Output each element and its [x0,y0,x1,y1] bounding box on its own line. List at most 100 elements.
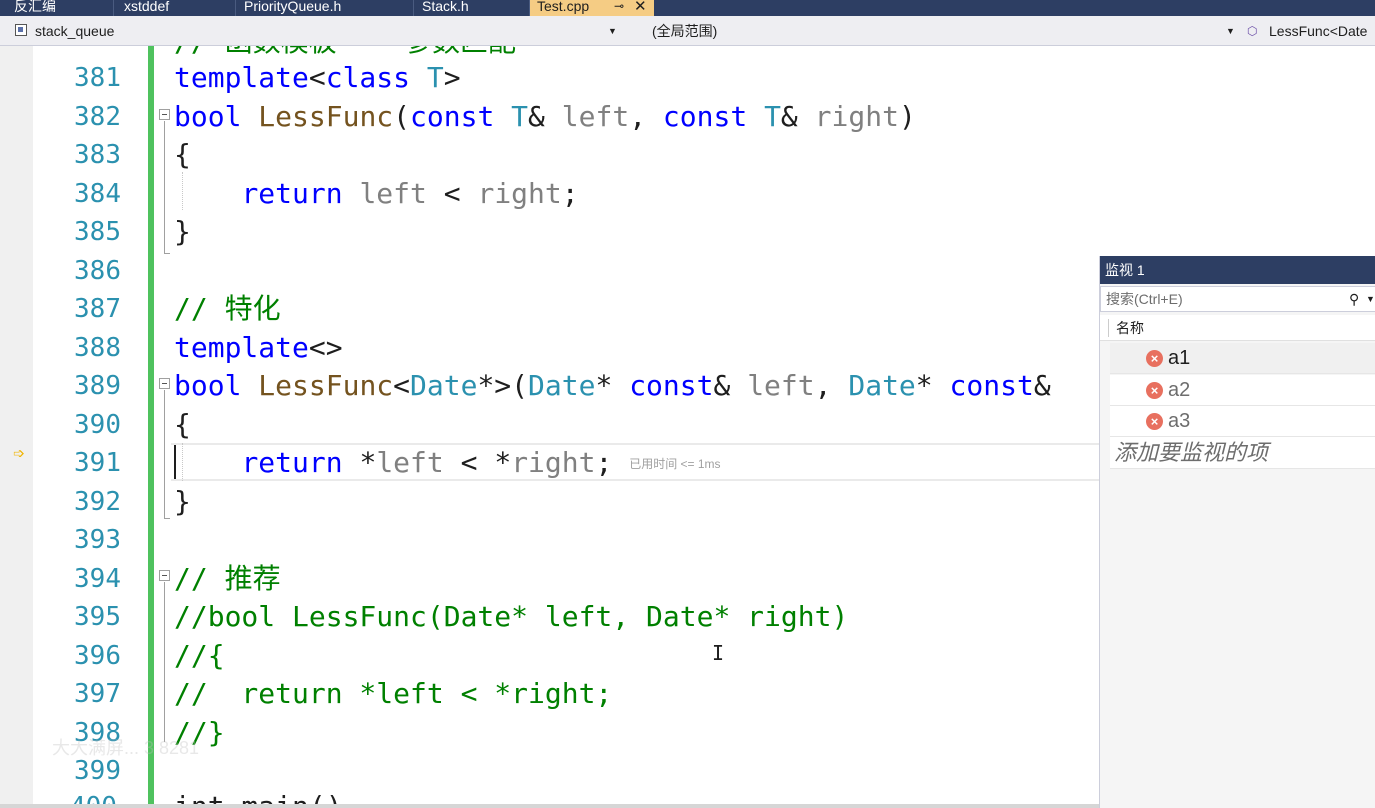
project-dropdown[interactable]: stack_queue ▼ [10,20,622,42]
watch-row-a3[interactable]: × a3 [1110,406,1375,437]
code-token: //{ [174,639,225,672]
watch-window-title[interactable]: 监视 1 [1100,256,1375,284]
collapse-icon[interactable] [159,570,170,581]
code-token: * [915,369,950,402]
code-token: const [662,100,748,133]
code-token: class [325,61,411,94]
code-token: LessFunc [258,100,394,133]
tab-test-cpp[interactable]: Test.cpp ⊸ ✕ [530,0,654,16]
fold-guide [164,121,165,253]
code-token: bool [174,100,242,133]
code-token: < * [443,446,512,479]
chevron-down-icon[interactable]: ▼ [1366,287,1375,311]
line-number: 382 [74,102,121,132]
code-token: const [949,369,1034,402]
code-token: T [764,100,781,133]
column-divider [1108,319,1109,337]
code-token: const [629,369,714,402]
code-token: // 推荐 [174,562,281,595]
line-number: 389 [74,371,121,401]
scope-dropdown[interactable]: (全局范围) ▼ [628,20,1240,42]
indent-guide [182,443,183,481]
code-token: *>( [477,369,529,402]
code-token: const [410,100,495,133]
code-token: * [342,446,377,479]
line-number: 395 [74,602,121,632]
line-number-partial: 400 [70,788,117,804]
pin-icon[interactable]: ⊸ [614,0,624,13]
code-line: template<class T> [174,59,461,97]
add-watch-input[interactable]: 添加要监视的项 [1110,437,1375,469]
code-line: // 推荐 [174,560,281,598]
code-token: Date [528,369,596,402]
code-token: & [528,100,562,133]
tab-label: 反汇编 [14,0,56,14]
code-token: right [511,446,596,479]
fold-guide [164,582,165,742]
code-token: T [426,61,444,94]
code-line-partial-bottom: int main() [174,788,343,804]
watch-column-header[interactable]: 名称 [1100,315,1375,341]
code-token: < [426,177,478,210]
chevron-down-icon: ▼ [1226,26,1235,36]
line-number: 394 [74,564,121,594]
indicator-margin[interactable] [0,46,33,804]
watch-row-a2[interactable]: × a2 [1110,375,1375,406]
mouse-ibeam-cursor: I [712,641,725,665]
code-line: return left < right; [174,175,579,213]
code-line: // return *left < *right; [174,675,612,713]
code-line: bool LessFunc<Date*>(Date* const& left, … [174,367,1051,405]
code-token: & [1033,369,1051,402]
code-line: return *left < *right; 已用时间 <= 1ms [174,444,721,482]
tab-priorityqueue-h[interactable]: PriorityQueue.h [236,0,414,16]
code-token: T [511,100,529,133]
tab-label: Stack.h [422,0,469,14]
line-number: 387 [74,294,121,324]
search-icon[interactable]: ⚲ [1349,287,1359,311]
text-caret [174,445,176,479]
watch-item-name: a3 [1168,410,1191,432]
fold-guide [164,390,165,518]
line-number: 388 [74,333,121,363]
watch-search-input[interactable]: 搜索(Ctrl+E) ⚲ ▼ [1100,286,1375,312]
line-number: 384 [74,179,121,209]
elapsed-time-hint: 已用时间 <= 1ms [629,457,721,471]
code-token: { [174,138,191,171]
navigation-bar: stack_queue ▼ (全局范围) ▼ ⬡ LessFunc<Date [0,16,1375,46]
watch-window: 监视 1 搜索(Ctrl+E) ⚲ ▼ 名称 × a1 × a2 × a3 添加… [1099,256,1375,808]
code-token: ( [393,100,411,133]
close-icon[interactable]: ✕ [634,0,647,14]
collapse-icon[interactable] [159,109,170,120]
watch-row-a1[interactable]: × a1 [1110,343,1375,374]
column-name-label: 名称 [1116,320,1144,336]
tab-label: PriorityQueue.h [244,0,342,14]
watch-item-name: a2 [1168,379,1191,401]
line-number: 381 [74,63,121,93]
instruction-pointer-arrow-icon: ➩ [13,446,25,462]
code-token: left [376,446,444,479]
code-token: right [814,100,899,133]
line-number: 390 [74,410,121,440]
horizontal-scrollbar[interactable] [0,804,1100,808]
line-number: 391 [74,448,121,478]
code-editor[interactable]: ➩ 381 382 383 384 385 386 387 388 389 390 391 392 39… [0,46,1100,804]
code-token: & [713,369,748,402]
chevron-down-icon: ▼ [608,26,617,36]
code-token: < [308,61,326,94]
error-icon: × [1146,350,1163,367]
code-token: ; [561,177,579,210]
member-dropdown[interactable]: LessFunc<Date [1262,20,1375,42]
collapse-icon[interactable] [159,378,170,389]
error-icon: × [1146,413,1163,430]
code-token: right [477,177,562,210]
tab-disassembly[interactable]: 反汇编 [0,0,114,16]
tab-xstddef[interactable]: xstddef [114,0,236,16]
tab-stack-h[interactable]: Stack.h [414,0,530,16]
code-token: & [780,100,815,133]
